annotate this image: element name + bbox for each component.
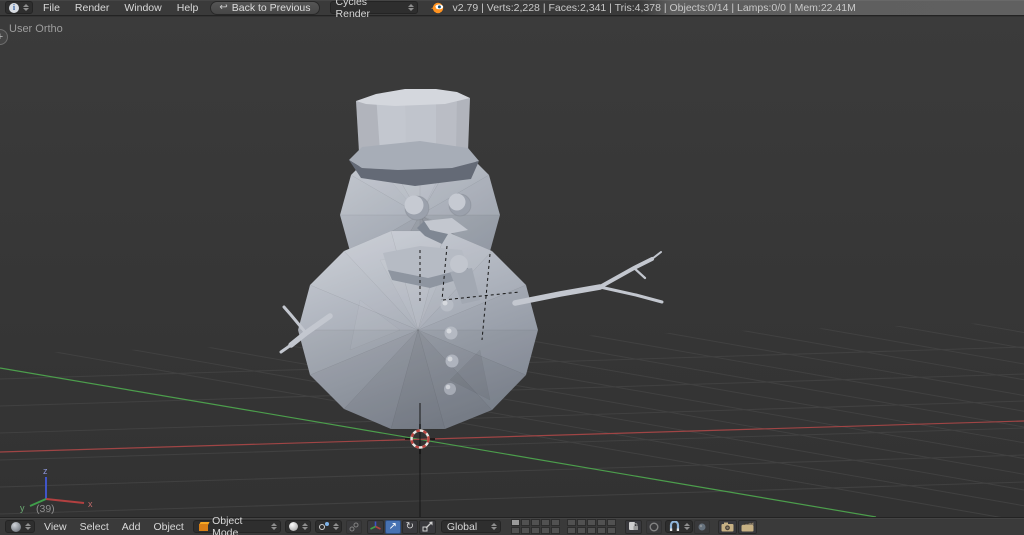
layer-toggle[interactable] (597, 527, 606, 534)
dropdown-arrows-icon (491, 523, 497, 530)
view-name-label: User Ortho (9, 23, 63, 35)
snap-magnet-icon (669, 521, 680, 532)
pivot-point-icon (319, 522, 329, 532)
layer-toggle[interactable] (531, 519, 540, 526)
viewport-editor-icon (11, 522, 21, 532)
editor-type-selector-3dview[interactable] (5, 520, 35, 533)
layers-group-2 (567, 519, 616, 534)
render-still-icon (721, 522, 734, 532)
layer-toggle[interactable] (541, 527, 550, 534)
menu-select[interactable]: Select (80, 521, 109, 533)
proportional-edit-button[interactable] (646, 520, 662, 534)
viewport-header: View Select Add Object Object Mode (0, 517, 1024, 535)
z-axis-label: z (43, 466, 48, 476)
dropdown-arrows-icon (271, 523, 277, 530)
scene-stats: v2.79 | Verts:2,228 | Faces:2,341 | Tris… (453, 2, 856, 14)
info-header: i File Render Window Help ↩ Back to Prev… (0, 0, 1024, 16)
scale-manipulator-icon (422, 521, 433, 532)
menu-file[interactable]: File (43, 2, 60, 14)
viewport-menubar: View Select Add Object (44, 521, 184, 533)
back-icon: ↩ (219, 3, 227, 13)
transform-orientation-dropdown[interactable]: Global (441, 520, 501, 533)
layer-toggle[interactable] (577, 527, 586, 534)
layer-toggle[interactable] (541, 519, 550, 526)
layer-toggle[interactable] (551, 519, 560, 526)
layers-group-1 (511, 519, 560, 534)
snap-element-icon (697, 522, 707, 532)
manipulator-axis-icon (370, 521, 381, 532)
mode-dropdown[interactable]: Object Mode (193, 520, 281, 533)
dropdown-arrows-icon (684, 523, 690, 530)
viewport-scene: z x y (0, 17, 1024, 517)
scale-manipulator-button[interactable] (419, 520, 436, 534)
translate-manipulator-icon: ↗ (389, 522, 397, 532)
object-mode-cube-icon (199, 522, 207, 531)
blender-logo-icon (430, 2, 445, 14)
frame-number-label: (39) (36, 503, 55, 515)
back-to-previous-label: Back to Previous (232, 2, 311, 14)
layer-toggle[interactable] (521, 527, 530, 534)
render-engine-dropdown[interactable]: Cycles Render (330, 1, 418, 14)
translate-manipulator-button[interactable]: ↗ (385, 520, 401, 534)
snowman-hat (349, 89, 479, 186)
pivot-align-toggle[interactable] (346, 520, 362, 534)
render-engine-value: Cycles Render (336, 0, 404, 20)
layer-toggle[interactable] (597, 519, 606, 526)
render-animation-button[interactable] (738, 520, 757, 534)
layer-toggle[interactable] (567, 519, 576, 526)
viewport-shading-dropdown[interactable] (285, 520, 311, 533)
menu-window[interactable]: Window (124, 2, 161, 14)
dropdown-arrows-icon (23, 4, 29, 11)
pivot-align-icon (349, 522, 359, 532)
layer-toggle[interactable] (521, 519, 530, 526)
manipulator-axis-button[interactable] (367, 520, 384, 534)
layer-toggle[interactable] (567, 527, 576, 534)
layer-toggle[interactable] (587, 527, 596, 534)
scene-lock-icon (628, 521, 639, 532)
back-to-previous-button[interactable]: ↩ Back to Previous (210, 1, 319, 15)
info-editor-icon: i (9, 3, 19, 13)
layer-toggle[interactable] (607, 527, 616, 534)
rotate-manipulator-button[interactable]: ↻ (402, 520, 418, 534)
axis-gizmo: z x y (20, 466, 93, 513)
menu-help[interactable]: Help (177, 2, 199, 14)
render-animation-icon (741, 522, 754, 532)
blender-window: i File Render Window Help ↩ Back to Prev… (0, 0, 1024, 535)
menu-render[interactable]: Render (75, 2, 109, 14)
layers-widget (511, 519, 616, 534)
menu-view[interactable]: View (44, 521, 67, 533)
menu-object[interactable]: Object (153, 521, 183, 533)
viewport-shading-icon (289, 522, 298, 531)
menu-add[interactable]: Add (122, 521, 141, 533)
lock-to-scene-button[interactable] (625, 520, 642, 534)
layer-toggle[interactable] (511, 519, 520, 526)
viewport-3d[interactable]: z x y User Ortho + (39) (0, 17, 1024, 517)
orientation-value: Global (447, 521, 477, 533)
mode-value: Object Mode (212, 515, 267, 535)
layer-toggle[interactable] (551, 527, 560, 534)
pivot-point-dropdown[interactable] (315, 520, 342, 533)
dropdown-arrows-icon (333, 523, 339, 530)
dropdown-arrows-icon (302, 523, 308, 530)
proportional-edit-icon (649, 522, 659, 532)
dropdown-arrows-icon (408, 4, 414, 11)
snap-element-button[interactable] (694, 520, 710, 534)
info-menubar: File Render Window Help (43, 2, 198, 14)
rotate-manipulator-icon: ↻ (406, 522, 414, 532)
dropdown-arrows-icon (25, 523, 31, 530)
editor-type-selector[interactable]: i (5, 1, 33, 14)
layer-toggle[interactable] (511, 527, 520, 534)
snowman-model[interactable] (281, 89, 662, 429)
layer-toggle[interactable] (531, 527, 540, 534)
layer-toggle[interactable] (607, 519, 616, 526)
x-axis-label: x (88, 499, 93, 509)
render-still-button[interactable] (718, 520, 737, 534)
layer-toggle[interactable] (577, 519, 586, 526)
y-axis-label: y (20, 503, 25, 513)
snap-dropdown[interactable] (665, 520, 693, 533)
layer-toggle[interactable] (587, 519, 596, 526)
